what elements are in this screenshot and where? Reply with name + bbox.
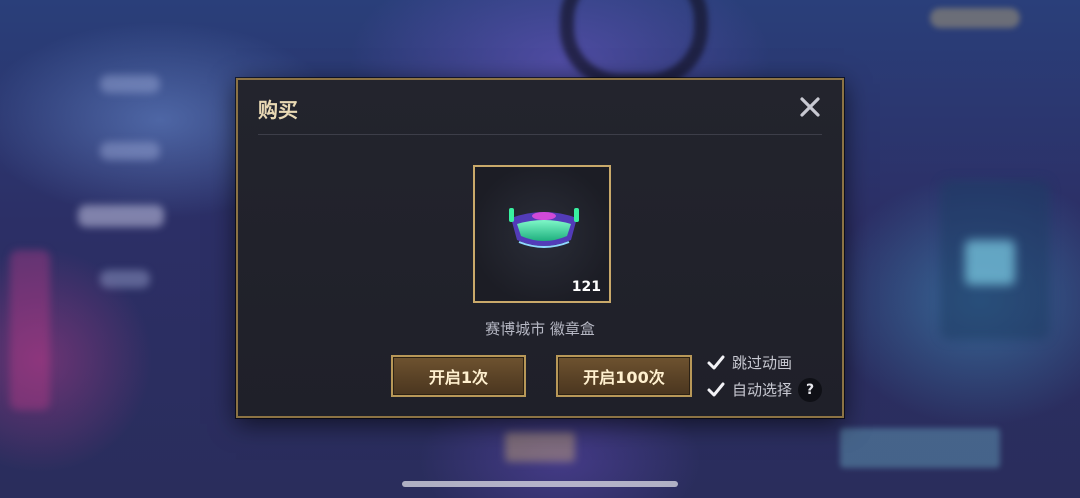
- background-menu-blur: [62, 8, 172, 30]
- item-frame[interactable]: 121: [473, 165, 611, 303]
- background-card-blur: [505, 432, 575, 462]
- home-indicator[interactable]: [402, 481, 678, 487]
- checkmark-icon: [707, 355, 725, 369]
- game-screen: 购买 121 赛博城市 徽章盒 开启1次 开启100次 跳过动画 自动选择 ?: [0, 0, 1080, 498]
- cyber-badge-box-icon: [509, 208, 579, 248]
- background-blur: [78, 205, 164, 227]
- open-once-button[interactable]: 开启1次: [391, 355, 526, 397]
- item-name: 赛博城市 徽章盒: [485, 320, 595, 338]
- background-blur: [100, 270, 150, 288]
- background-blur: [100, 75, 160, 93]
- title-divider: [258, 134, 822, 135]
- skip-animation-label: 跳过动画: [732, 354, 793, 372]
- purchase-dialog: 购买 121 赛博城市 徽章盒 开启1次 开启100次 跳过动画 自动选择 ?: [236, 78, 844, 418]
- auto-select-label: 自动选择: [732, 381, 793, 399]
- background-card-blur: [840, 428, 1000, 468]
- close-icon: [800, 97, 820, 117]
- dialog-title: 购买: [258, 98, 298, 122]
- item-count: 121: [571, 279, 601, 295]
- background-screen-blur: [965, 240, 1015, 285]
- open-hundred-button[interactable]: 开启100次: [556, 355, 692, 397]
- checkmark-icon: [707, 382, 725, 396]
- skip-animation-checkbox[interactable]: 跳过动画: [706, 352, 792, 373]
- background-currency-blur: [930, 8, 1020, 28]
- background-cable-blur: [560, 0, 708, 88]
- auto-select-checkbox[interactable]: 自动选择: [706, 379, 792, 400]
- background-blur: [10, 250, 50, 410]
- help-icon[interactable]: ?: [798, 378, 822, 402]
- close-button[interactable]: [798, 95, 822, 119]
- background-blur: [100, 142, 160, 160]
